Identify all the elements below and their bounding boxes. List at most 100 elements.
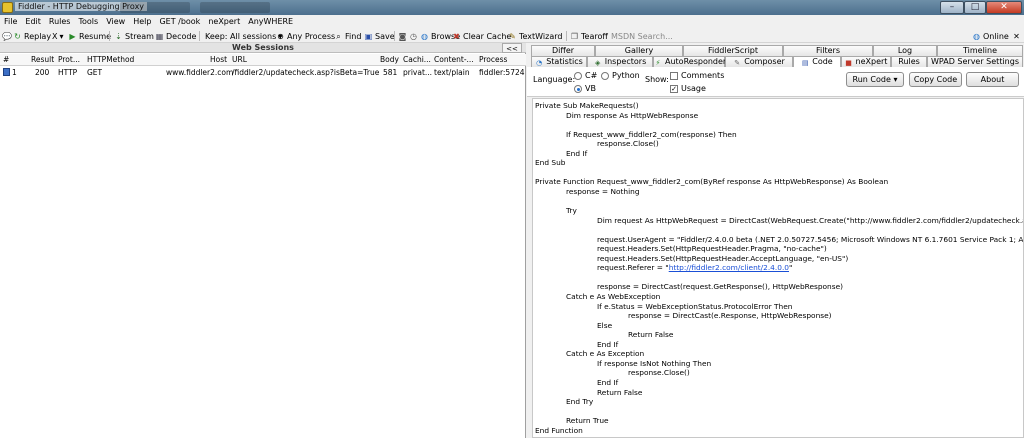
msdn-search-input[interactable]: MSDN Search... xyxy=(611,30,673,42)
timer-button[interactable]: ◷ xyxy=(409,30,418,42)
code-options-bar: Language: C# Python VB Show: Comments ✓ U… xyxy=(527,67,1024,97)
cell-number: 1 xyxy=(12,68,17,77)
cell-caching: privat... xyxy=(403,68,433,77)
code-line: Catch e As Exception xyxy=(566,349,645,359)
sessions-grid-header: # Result Prot... HTTPMethod Host URL Bod… xyxy=(0,54,526,66)
tearoff-button[interactable]: ❐ Tearoff xyxy=(570,30,608,42)
show-label: Show: xyxy=(645,75,669,84)
tab-nexpert[interactable]: ■ neXpert xyxy=(841,56,891,67)
col-number[interactable]: # xyxy=(3,55,9,64)
code-line: End If xyxy=(597,377,619,387)
language-csharp-radio[interactable]: C# xyxy=(574,71,597,80)
code-line: request.Headers.Set(HttpRequestHeader.Ac… xyxy=(597,253,849,263)
textwizard-button[interactable]: ✎ TextWizard xyxy=(508,30,562,42)
tab-fiddlerscript[interactable]: FiddlerScript xyxy=(683,45,783,56)
col-host[interactable]: Host xyxy=(210,55,227,64)
cell-process: fiddler:5724 xyxy=(479,68,525,77)
col-result[interactable]: Result xyxy=(31,55,54,64)
run-code-button[interactable]: Run Code ▾ xyxy=(846,72,904,87)
menu-tools[interactable]: Tools xyxy=(74,15,102,29)
language-vb-radio[interactable]: VB xyxy=(574,84,596,93)
menu-view[interactable]: View xyxy=(102,15,129,29)
tab-rules[interactable]: Rules xyxy=(891,56,927,67)
language-python-radio[interactable]: Python xyxy=(601,71,640,80)
tab-timeline[interactable]: Timeline xyxy=(937,45,1023,56)
menu-file[interactable]: File xyxy=(0,15,21,29)
col-url[interactable]: URL xyxy=(232,55,247,64)
tab-composer[interactable]: ✎ Composer xyxy=(725,56,793,67)
code-line: If response IsNot Nothing Then xyxy=(597,358,712,368)
code-line: Try xyxy=(566,206,577,216)
tab-inspectors[interactable]: ◈ Inspectors xyxy=(587,56,653,67)
code-line: End Sub xyxy=(535,158,566,168)
tabs-row-1: Differ Gallery FiddlerScript Filters Log… xyxy=(527,45,1024,56)
code-line: If Request_www_fiddler2_com(response) Th… xyxy=(566,129,737,139)
find-button[interactable]: ⌕ Find xyxy=(334,30,361,42)
save-button[interactable]: ▣ Save xyxy=(364,30,395,42)
decode-button[interactable]: ▦ Decode xyxy=(155,30,197,42)
code-line: End Try xyxy=(566,397,594,407)
floppy-disk-icon: ▣ xyxy=(364,31,373,41)
wand-icon: ✎ xyxy=(509,31,516,41)
code-line: Return False xyxy=(628,330,674,340)
comment-button[interactable]: 💬 xyxy=(2,30,12,42)
tearoff-icon: ❐ xyxy=(570,31,579,41)
table-row[interactable]: 1 200 HTTP GET www.fiddler2.com /fiddler… xyxy=(0,67,526,78)
stopwatch-icon: ◔ xyxy=(536,59,543,67)
chevron-down-icon: ▾ xyxy=(893,75,898,84)
code-line: request.Headers.Set(HttpRequestHeader.Pr… xyxy=(597,244,827,254)
col-httpmethod[interactable]: HTTPMethod xyxy=(87,55,134,64)
cell-protocol: HTTP xyxy=(58,68,78,77)
tab-autoresponder[interactable]: ⚡ AutoResponder xyxy=(653,56,726,67)
stream-icon: ⇣ xyxy=(115,31,122,41)
code-line: End If xyxy=(597,339,619,349)
code-line: response = Nothing xyxy=(566,186,640,196)
tab-filters[interactable]: Filters xyxy=(783,45,873,56)
col-body[interactable]: Body xyxy=(380,55,399,64)
code-line: Return False xyxy=(597,387,643,397)
minimize-button[interactable]: – xyxy=(940,1,964,14)
menu-anywhere[interactable]: AnyWHERE xyxy=(244,15,297,29)
cell-url: /fiddler2/updatecheck.asp?isBeta=True xyxy=(232,68,380,77)
code-line: If e.Status = WebExceptionStatus.Protoco… xyxy=(597,301,793,311)
maximize-button[interactable]: □ xyxy=(964,1,986,14)
menu-get-book[interactable]: GET /book xyxy=(155,15,204,29)
nexpert-icon: ■ xyxy=(845,59,852,67)
referer-link[interactable]: http://fiddler2.com/client/2.4.0.0 xyxy=(669,263,789,272)
comments-checkbox[interactable]: Comments xyxy=(670,71,724,80)
code-line: response = DirectCast(e.Response, HttpWe… xyxy=(628,311,832,321)
menu-edit[interactable]: Edit xyxy=(21,15,45,29)
usage-checkbox[interactable]: ✓ Usage xyxy=(670,84,706,93)
remove-button[interactable]: X ▾ xyxy=(52,30,64,42)
clear-cache-button[interactable]: ✖ Clear Cache xyxy=(452,30,511,42)
globe-icon: ◍ xyxy=(421,31,428,41)
toolbar-close-button[interactable]: ✕ xyxy=(1012,30,1021,42)
resume-button[interactable]: ▶ Resume xyxy=(68,30,111,42)
keep-sessions-dropdown[interactable]: Keep: All sessions ▾ xyxy=(205,30,282,42)
screenshot-button[interactable]: ◙ xyxy=(398,30,407,42)
cell-method: GET xyxy=(87,68,103,77)
copy-code-button[interactable]: Copy Code xyxy=(909,72,962,87)
tab-log[interactable]: Log xyxy=(873,45,937,56)
col-process[interactable]: Process xyxy=(479,55,507,64)
stream-button[interactable]: ⇣ Stream xyxy=(114,30,154,42)
tab-gallery[interactable]: Gallery xyxy=(595,45,683,56)
collapse-sessions-button[interactable]: << xyxy=(502,43,522,53)
menu-nexpert[interactable]: neXpert xyxy=(204,15,244,29)
close-window-button[interactable]: ✕ xyxy=(986,1,1022,14)
tab-differ[interactable]: Differ xyxy=(531,45,595,56)
tab-statistics[interactable]: ◔ Statistics xyxy=(531,56,587,67)
online-indicator[interactable]: ◍ Online xyxy=(972,30,1009,42)
menu-rules[interactable]: Rules xyxy=(45,15,75,29)
code-line: Dim response As HttpWebResponse xyxy=(566,110,699,120)
tab-wpad-server-settings[interactable]: WPAD Server Settings xyxy=(927,56,1023,67)
replay-button[interactable]: ↻ Replay xyxy=(13,30,51,42)
about-button[interactable]: About xyxy=(966,72,1019,87)
col-caching[interactable]: Cachi... xyxy=(403,55,431,64)
col-protocol[interactable]: Prot... xyxy=(58,55,80,64)
code-line: response.Close() xyxy=(597,139,659,149)
any-process-button[interactable]: ⊕ Any Process xyxy=(276,30,335,42)
menu-help[interactable]: Help xyxy=(129,15,155,29)
code-editor[interactable]: Private Sub MakeRequests() Dim response A… xyxy=(532,98,1024,438)
col-content-type[interactable]: Content-... xyxy=(434,55,474,64)
